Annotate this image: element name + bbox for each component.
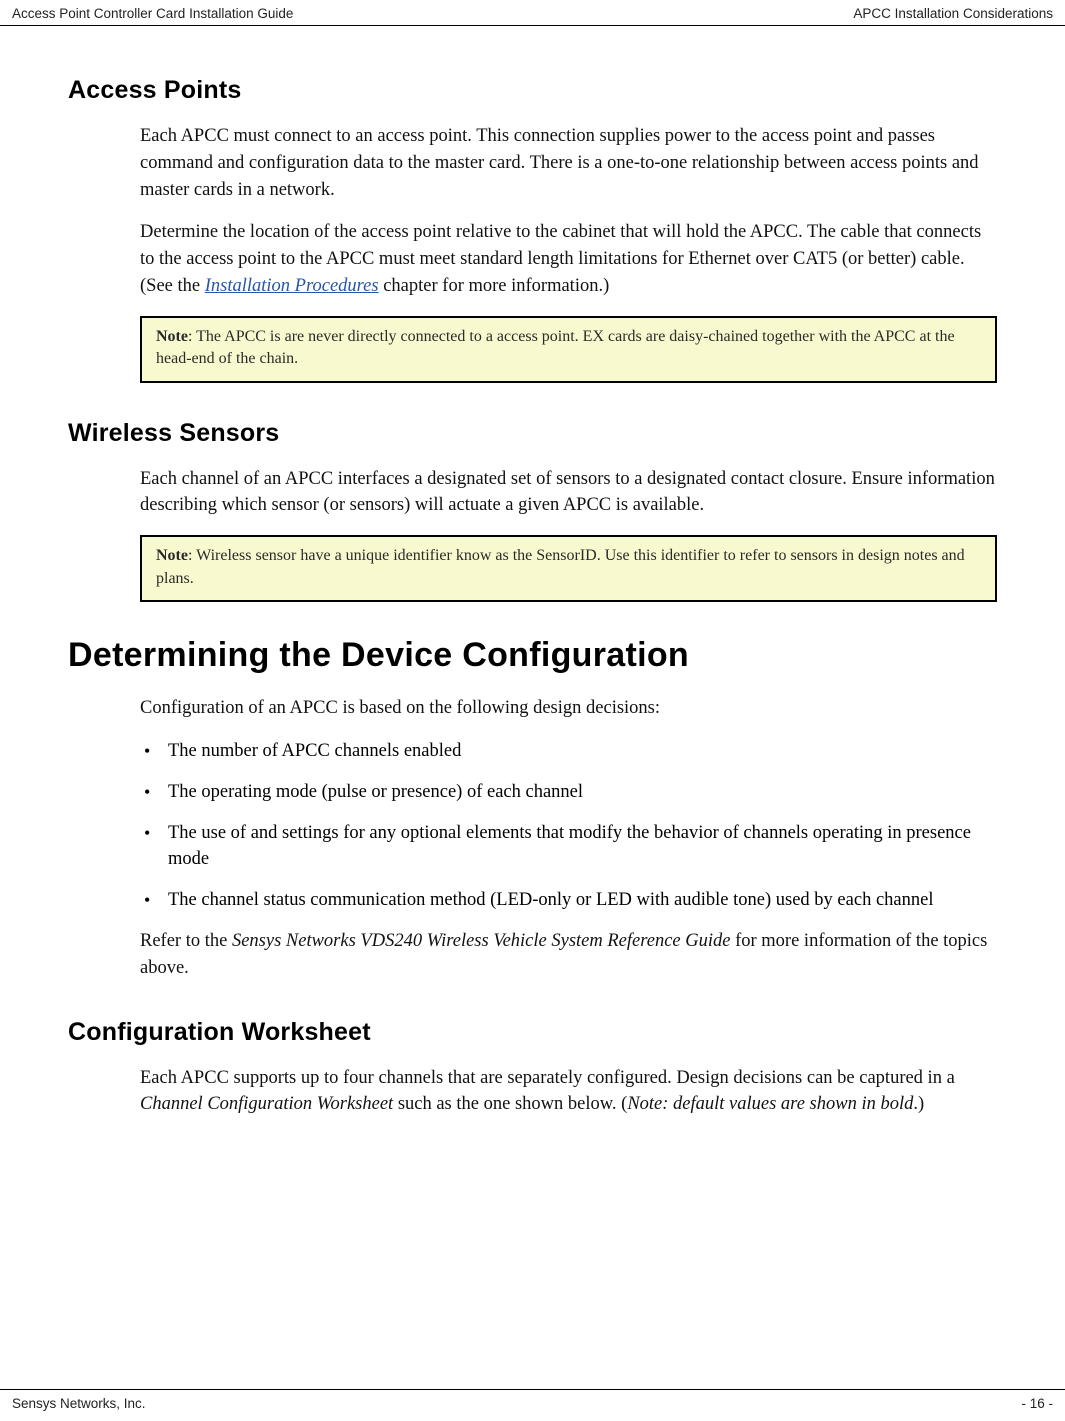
text-run: chapter for more information.) bbox=[379, 276, 610, 296]
heading-determining-device-config: Determining the Device Configuration bbox=[68, 636, 997, 675]
list-item: The channel status communication method … bbox=[140, 887, 997, 914]
text-run: Refer to the bbox=[140, 931, 232, 951]
footer-page-number: - 16 - bbox=[1021, 1396, 1053, 1411]
paragraph: Each APCC must connect to an access poin… bbox=[140, 123, 997, 203]
heading-wireless-sensors: Wireless Sensors bbox=[68, 419, 997, 448]
section-wireless-sensors-body: Each channel of an APCC interfaces a des… bbox=[140, 466, 997, 602]
paragraph: Each APCC supports up to four channels t… bbox=[140, 1065, 997, 1119]
page-header: Access Point Controller Card Installatio… bbox=[0, 0, 1065, 26]
list-item: The operating mode (pulse or presence) o… bbox=[140, 779, 997, 806]
paragraph: Refer to the Sensys Networks VDS240 Wire… bbox=[140, 928, 997, 982]
footer-left: Sensys Networks, Inc. bbox=[12, 1396, 146, 1411]
note-label: Note bbox=[156, 547, 188, 564]
paragraph: Determine the location of the access poi… bbox=[140, 219, 997, 299]
list-item: The number of APCC channels enabled bbox=[140, 738, 997, 765]
note-box: Note: Wireless sensor have a unique iden… bbox=[140, 535, 997, 602]
text-run: such as the one shown below. ( bbox=[393, 1094, 627, 1114]
paragraph: Each channel of an APCC interfaces a des… bbox=[140, 466, 997, 520]
note-text: : The APCC is are never directly connect… bbox=[156, 328, 955, 367]
header-right: APCC Installation Considerations bbox=[853, 6, 1053, 21]
section-access-points-body: Each APCC must connect to an access poin… bbox=[140, 123, 997, 383]
bullet-list: The number of APCC channels enabled The … bbox=[140, 738, 997, 914]
section-config-worksheet-body: Each APCC supports up to four channels t… bbox=[140, 1065, 997, 1119]
note-inline: Note: default values are shown in bold bbox=[627, 1094, 913, 1114]
heading-configuration-worksheet: Configuration Worksheet bbox=[68, 1018, 997, 1047]
page-footer: Sensys Networks, Inc. - 16 - bbox=[0, 1389, 1065, 1421]
note-text: : Wireless sensor have a unique identifi… bbox=[156, 547, 965, 586]
note-label: Note bbox=[156, 328, 188, 345]
paragraph: Configuration of an APCC is based on the… bbox=[140, 695, 997, 722]
reference-title: Sensys Networks VDS240 Wireless Vehicle … bbox=[232, 931, 731, 951]
worksheet-title: Channel Configuration Worksheet bbox=[140, 1094, 393, 1114]
note-box: Note: The APCC is are never directly con… bbox=[140, 316, 997, 383]
list-item: The use of and settings for any optional… bbox=[140, 820, 997, 874]
heading-access-points: Access Points bbox=[68, 76, 997, 105]
header-left: Access Point Controller Card Installatio… bbox=[12, 6, 293, 21]
text-run: .) bbox=[913, 1094, 924, 1114]
page-content: Access Points Each APCC must connect to … bbox=[0, 26, 1065, 1118]
section-determining-body: Configuration of an APCC is based on the… bbox=[140, 695, 997, 982]
link-installation-procedures[interactable]: Installation Procedures bbox=[205, 276, 379, 296]
text-run: Each APCC supports up to four channels t… bbox=[140, 1068, 955, 1088]
